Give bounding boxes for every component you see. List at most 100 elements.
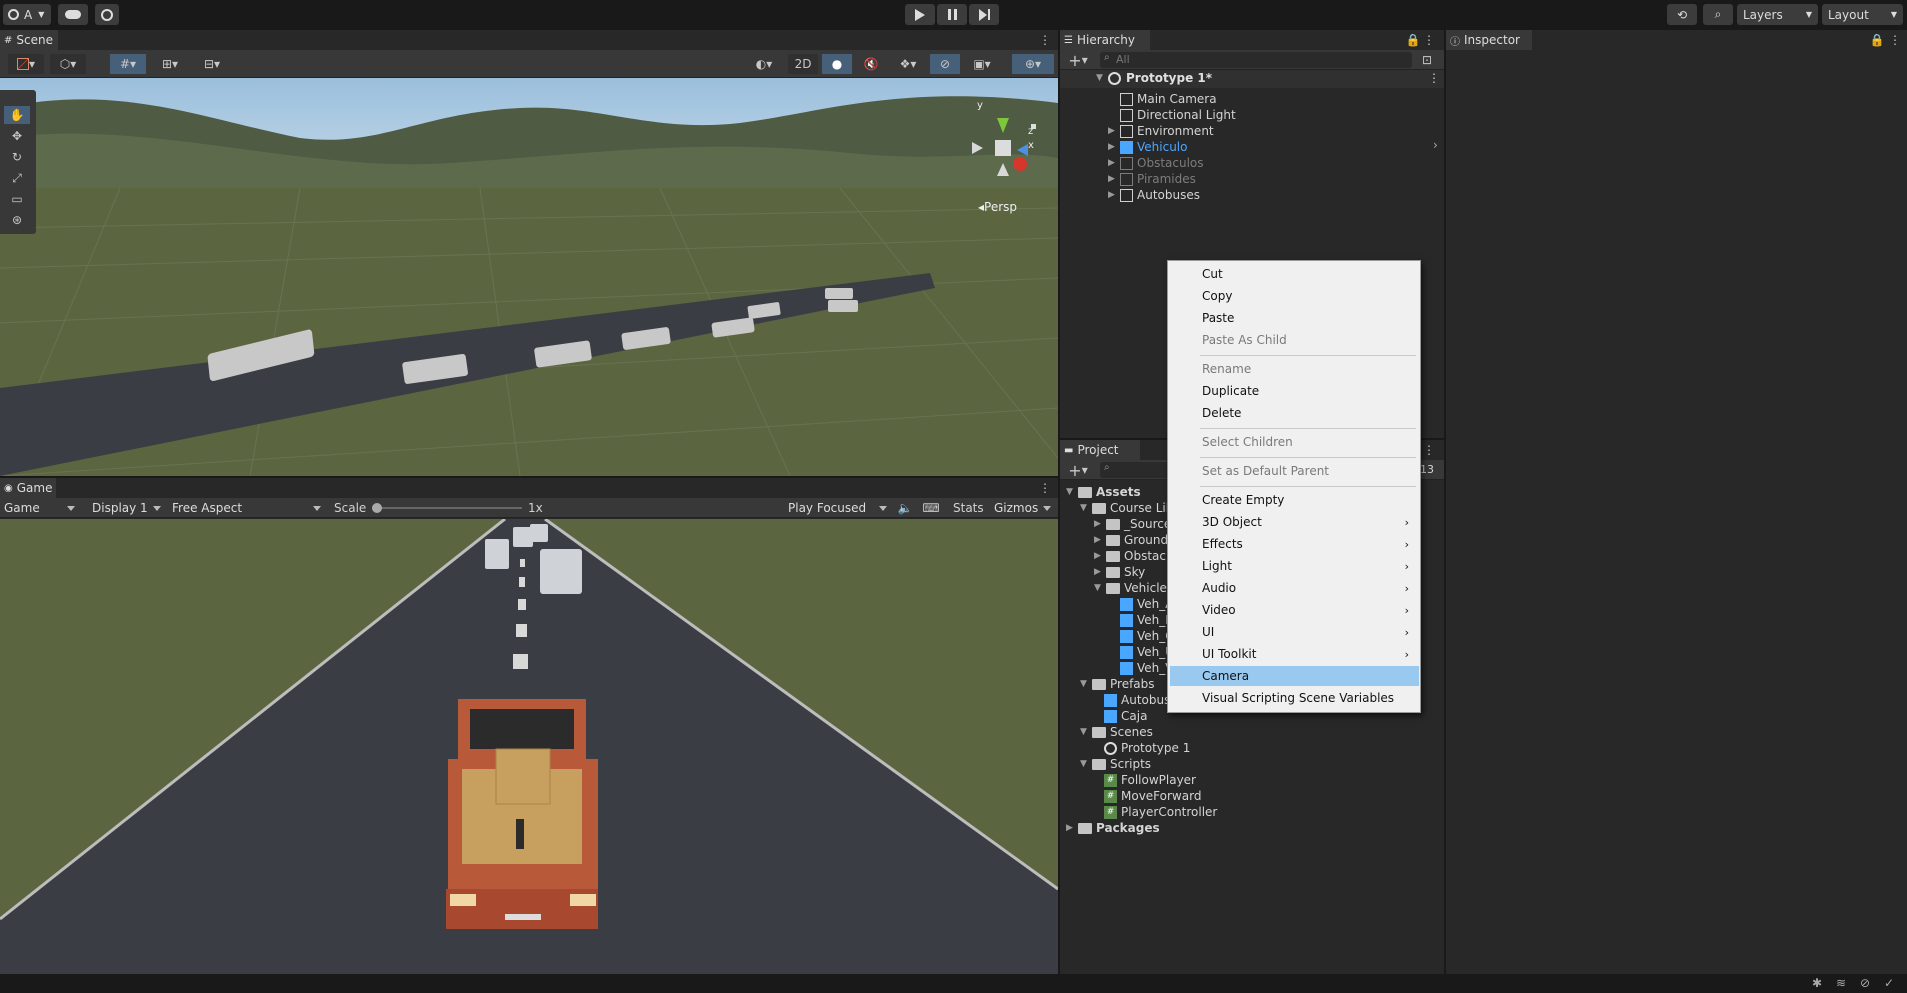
- shading-mode-button[interactable]: ◐ ▾: [746, 54, 782, 74]
- hand-tool-icon[interactable]: ✋: [4, 106, 30, 124]
- aspect-dropdown[interactable]: Free Aspect: [168, 499, 326, 517]
- project-asset-veh[interactable]: Veh_A: [1120, 596, 1173, 612]
- scale-slider[interactable]: [372, 503, 522, 513]
- cache-icon[interactable]: ≋: [1836, 976, 1846, 990]
- tab-project[interactable]: ▬ Project: [1060, 440, 1140, 460]
- project-asset-veh[interactable]: Veh_C: [1120, 628, 1174, 644]
- scale-slider-handle[interactable]: [372, 503, 382, 513]
- create-asset-button[interactable]: + ▾: [1064, 461, 1092, 480]
- rect-tool-icon[interactable]: ▭: [4, 190, 30, 208]
- display-dropdown[interactable]: Display 1: [88, 499, 166, 517]
- layout-dropdown[interactable]: Layout ▼: [1822, 4, 1903, 25]
- search-button[interactable]: ⌕: [1703, 4, 1733, 25]
- project-folder-assets[interactable]: ▼ Assets: [1066, 484, 1141, 500]
- game-mode-dropdown[interactable]: Game: [0, 499, 80, 517]
- transform-tool-icon[interactable]: ⊛: [4, 211, 30, 229]
- project-asset-scene[interactable]: Prototype 1: [1104, 740, 1190, 756]
- step-button[interactable]: [969, 4, 999, 25]
- hierarchy-item-main-camera[interactable]: Main Camera: [1120, 91, 1217, 107]
- menu-item-effects[interactable]: Effects ›: [1170, 534, 1419, 554]
- menu-item-duplicate[interactable]: Duplicate: [1170, 381, 1419, 401]
- account-button[interactable]: A ▼: [3, 4, 51, 25]
- layers-dropdown[interactable]: Layers ▼: [1737, 4, 1818, 25]
- menu-item-visual-scripting-variables[interactable]: Visual Scripting Scene Variables: [1170, 688, 1419, 708]
- project-folder-scenes[interactable]: ▼ Scenes: [1080, 724, 1153, 740]
- project-folder-source[interactable]: ▶ _Source: [1094, 516, 1171, 532]
- project-folder-obstacles[interactable]: ▶ Obstacle: [1094, 548, 1177, 564]
- menu-item-light[interactable]: Light ›: [1170, 556, 1419, 576]
- hierarchy-search-input[interactable]: ⌕ All: [1100, 52, 1412, 68]
- network-icon[interactable]: ⊘: [1860, 976, 1870, 990]
- hierarchy-item-environment[interactable]: ▶ Environment: [1108, 123, 1214, 139]
- lock-icon[interactable]: 🔒: [1870, 30, 1885, 50]
- gizmos-button[interactable]: ⊕ ▾: [1012, 54, 1054, 74]
- stats-button[interactable]: Stats: [953, 501, 984, 515]
- project-asset-script[interactable]: # PlayerController: [1104, 804, 1217, 820]
- project-folder-scripts[interactable]: ▼ Scripts: [1080, 756, 1151, 772]
- project-asset-script[interactable]: # MoveForward: [1104, 788, 1201, 804]
- add-object-button[interactable]: + ▾: [1064, 51, 1092, 70]
- menu-item-ui-toolkit[interactable]: UI Toolkit ›: [1170, 644, 1419, 664]
- tab-hierarchy[interactable]: ☰ Hierarchy: [1060, 30, 1150, 50]
- more-options-icon[interactable]: ⋮: [1038, 478, 1052, 498]
- project-asset-veh[interactable]: Veh_B: [1120, 612, 1174, 628]
- scene-viewport[interactable]: y z x ◂Persp ✋ ✥ ↻ ⤢ ▭ ⊛: [0, 78, 1058, 476]
- hierarchy-item-autobuses[interactable]: ▶ Autobuses: [1108, 187, 1200, 203]
- grid-snap-button[interactable]: # ▾: [110, 54, 146, 74]
- menu-item-camera[interactable]: Camera: [1170, 666, 1419, 686]
- project-asset-veh[interactable]: Veh_U: [1120, 644, 1174, 660]
- menu-item-audio[interactable]: Audio ›: [1170, 578, 1419, 598]
- history-button[interactable]: ⟲: [1667, 4, 1697, 25]
- lock-icon[interactable]: 🔒: [1406, 30, 1421, 50]
- tab-game[interactable]: ◉ Game: [0, 478, 56, 498]
- render-mode-button[interactable]: ⬡ ▾: [50, 54, 86, 74]
- more-options-icon[interactable]: ⋮: [1038, 30, 1052, 50]
- projection-toggle[interactable]: ◂Persp: [978, 200, 1017, 214]
- menu-item-delete[interactable]: Delete: [1170, 403, 1419, 423]
- hierarchy-item-vehiculo[interactable]: ▶ Vehiculo: [1108, 139, 1187, 155]
- more-options-icon[interactable]: ⋮: [1428, 71, 1440, 85]
- hierarchy-item-piramides[interactable]: ▶ Piramides: [1108, 171, 1196, 187]
- snap-increment-button[interactable]: ⊞ ▾: [152, 54, 188, 74]
- collab-button[interactable]: [95, 4, 119, 25]
- lighting-toggle-button[interactable]: ●: [822, 54, 852, 74]
- menu-item-copy[interactable]: Copy: [1170, 286, 1419, 306]
- project-folder-sky[interactable]: ▶ Sky: [1094, 564, 1145, 580]
- toggle-2d-button[interactable]: 2D: [788, 54, 818, 74]
- gizmos-dropdown[interactable]: Gizmos: [990, 499, 1056, 517]
- rotate-tool-icon[interactable]: ↻: [4, 148, 30, 166]
- visibility-toggle-button[interactable]: ⊘: [930, 54, 960, 74]
- scale-tool-icon[interactable]: ⤢: [4, 169, 30, 187]
- cloud-button[interactable]: [58, 4, 88, 25]
- project-asset-veh[interactable]: Veh_V: [1120, 660, 1173, 676]
- menu-item-create-empty[interactable]: Create Empty: [1170, 490, 1419, 510]
- align-button[interactable]: ⊟ ▾: [194, 54, 230, 74]
- hierarchy-item-directional-light[interactable]: Directional Light: [1120, 107, 1236, 123]
- hierarchy-item-obstaculos[interactable]: ▶ Obstaculos: [1108, 155, 1204, 171]
- play-focused-dropdown[interactable]: Play Focused: [784, 499, 892, 517]
- mute-audio-icon[interactable]: 🔈: [896, 499, 914, 517]
- project-folder-course-library[interactable]: ▼ Course Lib: [1080, 500, 1173, 516]
- scene-root-row[interactable]: ▼ Prototype 1* ⋮: [1060, 70, 1444, 88]
- project-folder-prefabs[interactable]: ▼ Prefabs: [1080, 676, 1155, 692]
- audio-toggle-button[interactable]: 🔇: [856, 54, 886, 74]
- project-asset-script[interactable]: # FollowPlayer: [1104, 772, 1196, 788]
- menu-item-3d-object[interactable]: 3D Object ›: [1170, 512, 1419, 532]
- project-folder-vehicles[interactable]: ▼ Vehicles: [1094, 580, 1173, 596]
- game-viewport[interactable]: [0, 519, 1058, 974]
- keyboard-icon[interactable]: ⌨: [922, 499, 940, 517]
- tab-inspector[interactable]: ⓘ Inspector: [1446, 30, 1532, 50]
- project-folder-packages[interactable]: ▶ Packages: [1066, 820, 1160, 836]
- menu-item-video[interactable]: Video ›: [1170, 600, 1419, 620]
- menu-item-paste[interactable]: Paste: [1170, 308, 1419, 328]
- more-options-icon[interactable]: ⋮: [1422, 30, 1436, 50]
- move-tool-icon[interactable]: ✥: [4, 127, 30, 145]
- tab-scene[interactable]: # Scene: [0, 30, 58, 50]
- more-options-icon[interactable]: ⋮: [1422, 440, 1436, 460]
- project-asset-caja[interactable]: Caja: [1104, 708, 1147, 724]
- more-options-icon[interactable]: ⋮: [1888, 30, 1902, 50]
- draw-mode-button[interactable]: ▾: [8, 54, 44, 74]
- chevron-right-icon[interactable]: ›: [1433, 138, 1438, 152]
- project-asset-autobus[interactable]: Autobus: [1104, 692, 1170, 708]
- effects-toggle-button[interactable]: ❖ ▾: [890, 54, 926, 74]
